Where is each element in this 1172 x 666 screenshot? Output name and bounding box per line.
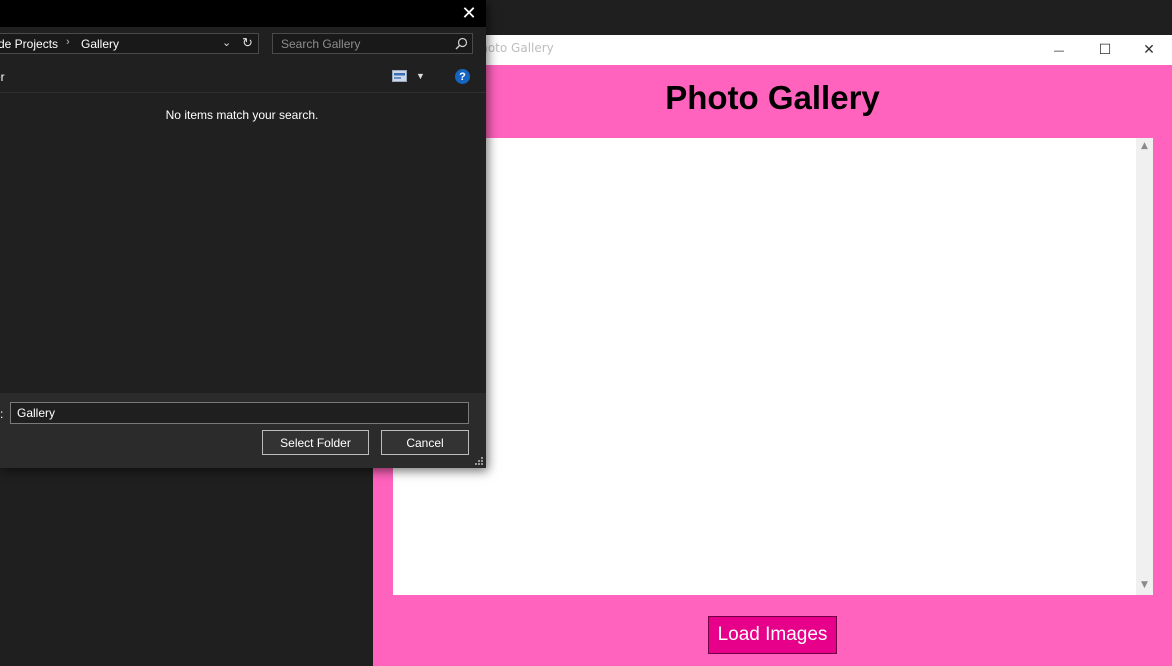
folder-name-input[interactable] xyxy=(10,402,469,424)
close-icon: ✕ xyxy=(1143,42,1155,58)
search-box[interactable] xyxy=(272,33,473,54)
refresh-icon[interactable]: ↻ xyxy=(242,35,253,51)
dialog-close-button[interactable]: ✕ xyxy=(452,0,486,27)
dialog-titlebar[interactable]: s ✕ xyxy=(0,0,486,27)
breadcrumb-separator-icon[interactable]: › xyxy=(66,36,70,48)
minimize-icon: — xyxy=(1053,43,1065,57)
maximize-button[interactable]: ☐ xyxy=(1082,35,1128,65)
help-icon[interactable]: ? xyxy=(455,69,470,84)
address-dropdown-icon[interactable]: ⌄ xyxy=(222,36,231,49)
vertical-scrollbar[interactable]: ▲ ▼ xyxy=(1136,138,1153,595)
resize-grip-icon[interactable] xyxy=(474,456,484,466)
breadcrumb-parent[interactable]: de Projects xyxy=(0,37,58,51)
search-icon[interactable] xyxy=(453,36,469,52)
minimize-button[interactable]: — xyxy=(1036,35,1082,65)
select-folder-dialog: s ✕ de Projects › Gallery ⌄ ↻ er ▼ ? No … xyxy=(0,0,486,468)
view-options-icon[interactable] xyxy=(392,70,407,82)
load-images-button[interactable]: Load Images xyxy=(708,616,837,654)
image-canvas[interactable] xyxy=(393,138,1136,595)
address-bar[interactable]: de Projects › Gallery ⌄ ↻ xyxy=(0,33,259,54)
dialog-toolbar: er ▼ ? xyxy=(0,62,486,93)
search-input[interactable] xyxy=(273,34,449,53)
scroll-down-icon[interactable]: ▼ xyxy=(1136,580,1153,594)
view-dropdown-icon[interactable]: ▼ xyxy=(416,71,425,81)
dialog-footer: r: Select Folder Cancel xyxy=(0,393,486,468)
close-icon: ✕ xyxy=(461,3,477,23)
maximize-icon: ☐ xyxy=(1098,42,1112,58)
folder-label: r: xyxy=(0,407,4,421)
cancel-button[interactable]: Cancel xyxy=(381,430,469,455)
scroll-up-icon[interactable]: ▲ xyxy=(1136,141,1153,155)
empty-results-message: No items match your search. xyxy=(165,108,319,122)
new-folder-button[interactable]: er xyxy=(0,70,5,84)
page-title: Photo Gallery xyxy=(665,79,880,116)
breadcrumb-current[interactable]: Gallery xyxy=(81,37,119,51)
photo-gallery-window: Photo Gallery — ☐ ✕ Photo Gallery ▲ ▼ Lo… xyxy=(373,35,1172,666)
select-folder-button[interactable]: Select Folder xyxy=(262,430,369,455)
app-titlebar[interactable]: Photo Gallery — ☐ ✕ xyxy=(373,35,1172,65)
app-close-button[interactable]: ✕ xyxy=(1126,35,1172,65)
